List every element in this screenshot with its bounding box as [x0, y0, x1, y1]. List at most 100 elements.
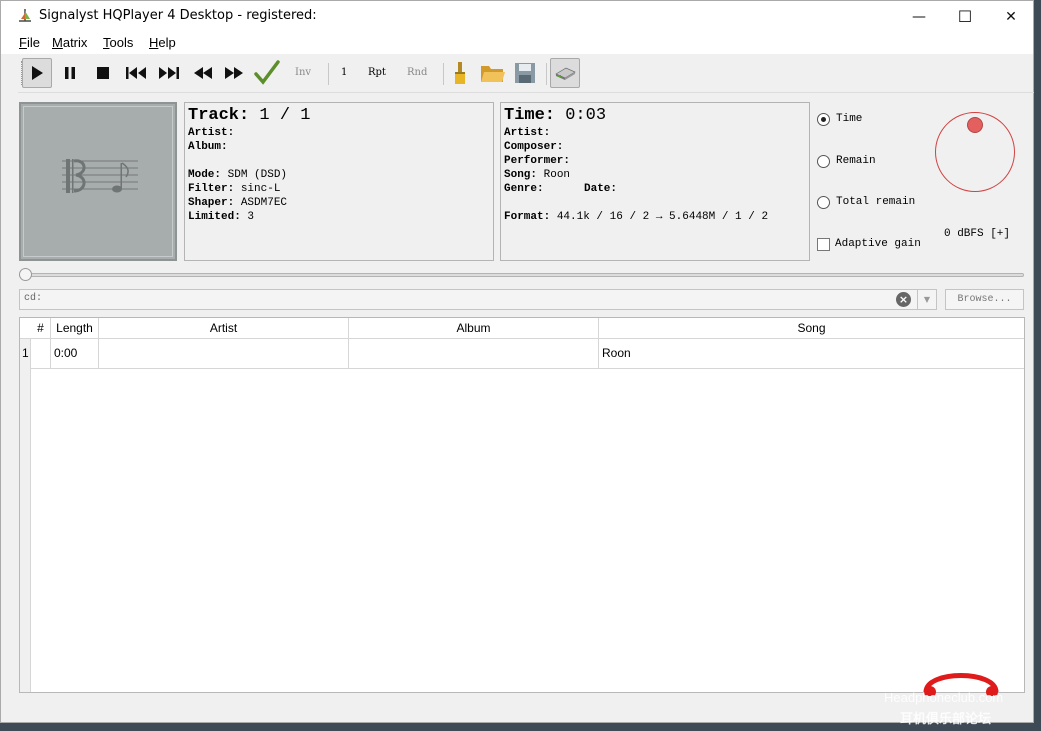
- open-button[interactable]: [478, 58, 508, 88]
- limited-field: Limited: 3: [188, 211, 255, 223]
- volume-dial[interactable]: [935, 112, 1015, 192]
- fast-forward-icon: [225, 67, 243, 79]
- checkmark-icon: [254, 60, 280, 85]
- folder-open-icon: [481, 66, 505, 82]
- date-field: Date:: [584, 183, 618, 195]
- composer-field: Composer:: [504, 141, 564, 153]
- playlist-table: # Length Artist Album Song 1 0:00 Roon: [19, 317, 1025, 693]
- album-cover-frame: [23, 106, 173, 257]
- column-header-album[interactable]: Album: [349, 318, 599, 339]
- menu-matrix[interactable]: Matrix: [52, 35, 87, 50]
- skip-back-icon: [126, 67, 146, 79]
- track-info-panel: Track: 1 / 1 Artist: Album: Mode: SDM (D…: [184, 102, 494, 261]
- toolbar-separator: [328, 63, 329, 85]
- toolbar-separator: [546, 63, 547, 85]
- time-artist-field: Artist:: [504, 127, 551, 139]
- minimize-icon: —: [912, 8, 926, 25]
- rewind-button[interactable]: [188, 58, 218, 88]
- headphoneclub-watermark: Headphoneclub.com 耳机俱乐部论坛: [884, 664, 1034, 727]
- adaptive-gain-checkbox[interactable]: [817, 238, 830, 251]
- music-notation-icon: [62, 159, 138, 193]
- column-header-number[interactable]: #: [31, 318, 51, 339]
- one-button[interactable]: 1: [341, 67, 347, 78]
- track-counter: Track: 1 / 1: [188, 106, 311, 125]
- pause-icon: [65, 67, 75, 79]
- previous-track-button[interactable]: [121, 58, 151, 88]
- menu-tools[interactable]: Tools: [103, 35, 133, 50]
- play-icon: [32, 66, 43, 80]
- save-button[interactable]: [510, 58, 540, 88]
- cell-length: 0:00: [51, 339, 99, 369]
- shaper-field: Shaper: ASDM7EC: [188, 197, 288, 209]
- play-button[interactable]: [22, 58, 52, 88]
- cell-album: [349, 339, 599, 369]
- app-window: Signalyst HQPlayer 4 Desktop - registere…: [0, 0, 1034, 723]
- column-header-artist[interactable]: Artist: [99, 318, 349, 339]
- fast-forward-button[interactable]: [219, 58, 249, 88]
- next-track-button[interactable]: [154, 58, 184, 88]
- remain-radio-label[interactable]: Remain: [836, 155, 876, 167]
- seek-slider-track[interactable]: [19, 273, 1024, 277]
- cell-number: [31, 339, 51, 369]
- apply-button[interactable]: [252, 58, 282, 88]
- skip-forward-icon: [159, 67, 179, 79]
- time-radio[interactable]: [817, 113, 830, 126]
- brush-icon: [455, 62, 465, 84]
- close-icon: ✕: [1005, 8, 1017, 25]
- artist-field: Artist:: [188, 127, 235, 139]
- toolbar: Inv 1 Rpt Rnd: [18, 55, 1034, 93]
- path-input-text[interactable]: cd:: [24, 293, 42, 304]
- cell-artist: [99, 339, 349, 369]
- column-header-song[interactable]: Song: [599, 318, 1024, 339]
- album-field: Album:: [188, 141, 228, 153]
- repeat-button[interactable]: Rpt: [368, 67, 386, 78]
- time-radio-label[interactable]: Time: [836, 113, 862, 125]
- format-field: Format: 44.1k / 16 / 2 → 5.6448M / 1 / 2: [504, 211, 769, 223]
- hqplayer-app-icon: [19, 9, 31, 22]
- maximize-icon: ☐: [957, 7, 973, 26]
- save-icon: [515, 63, 535, 83]
- adaptive-gain-label[interactable]: Adaptive gain: [835, 238, 921, 250]
- stop-icon: [97, 67, 109, 79]
- total-remain-radio-label[interactable]: Total remain: [836, 196, 915, 208]
- volume-readout: 0 dBFS [+]: [944, 228, 1011, 240]
- minimize-button[interactable]: —: [896, 1, 942, 32]
- row-number: 1: [22, 346, 29, 360]
- row-header-column: [20, 339, 31, 692]
- album-cover: [19, 102, 177, 261]
- stop-button[interactable]: [88, 58, 118, 88]
- time-display: Time: 0:03: [504, 106, 607, 125]
- invert-button[interactable]: Inv: [295, 67, 311, 78]
- browse-button[interactable]: Browse...: [945, 289, 1024, 310]
- total-remain-radio[interactable]: [817, 196, 830, 209]
- maximize-button[interactable]: ☐: [942, 1, 988, 32]
- library-button[interactable]: [550, 58, 580, 88]
- pause-button[interactable]: [55, 58, 85, 88]
- volume-knob[interactable]: [967, 117, 983, 133]
- clear-playlist-button[interactable]: [445, 58, 475, 88]
- title-bar: Signalyst HQPlayer 4 Desktop - registere…: [1, 1, 1033, 32]
- close-button[interactable]: ✕: [988, 1, 1034, 32]
- library-drive-icon: [555, 67, 576, 80]
- random-button[interactable]: Rnd: [407, 67, 427, 78]
- column-header-length[interactable]: Length: [51, 318, 99, 339]
- table-row[interactable]: 0:00 Roon: [31, 339, 1024, 369]
- toolbar-separator: [443, 63, 444, 85]
- filter-field: Filter: sinc-L: [188, 183, 281, 195]
- song-field: Song: Roon: [504, 169, 571, 181]
- time-info-panel: Time: 0:03 Artist: Composer: Performer: …: [500, 102, 810, 261]
- chevron-down-icon[interactable]: ▼: [917, 290, 936, 309]
- path-combobox[interactable]: cd: × ▼: [19, 289, 937, 310]
- performer-field: Performer:: [504, 155, 571, 167]
- clear-icon[interactable]: ×: [896, 292, 911, 307]
- seek-slider-handle[interactable]: [19, 268, 32, 281]
- remain-radio[interactable]: [817, 155, 830, 168]
- watermark-site: Headphoneclub.com: [884, 690, 1004, 705]
- menu-file[interactable]: File: [19, 35, 40, 50]
- menu-help[interactable]: Help: [149, 35, 176, 50]
- genre-field: Genre:: [504, 183, 544, 195]
- watermark-forum: 耳机俱乐部论坛: [900, 712, 992, 727]
- table-header: # Length Artist Album Song: [20, 318, 1024, 339]
- cell-song: Roon: [602, 346, 631, 360]
- window-title: Signalyst HQPlayer 4 Desktop - registere…: [39, 8, 317, 23]
